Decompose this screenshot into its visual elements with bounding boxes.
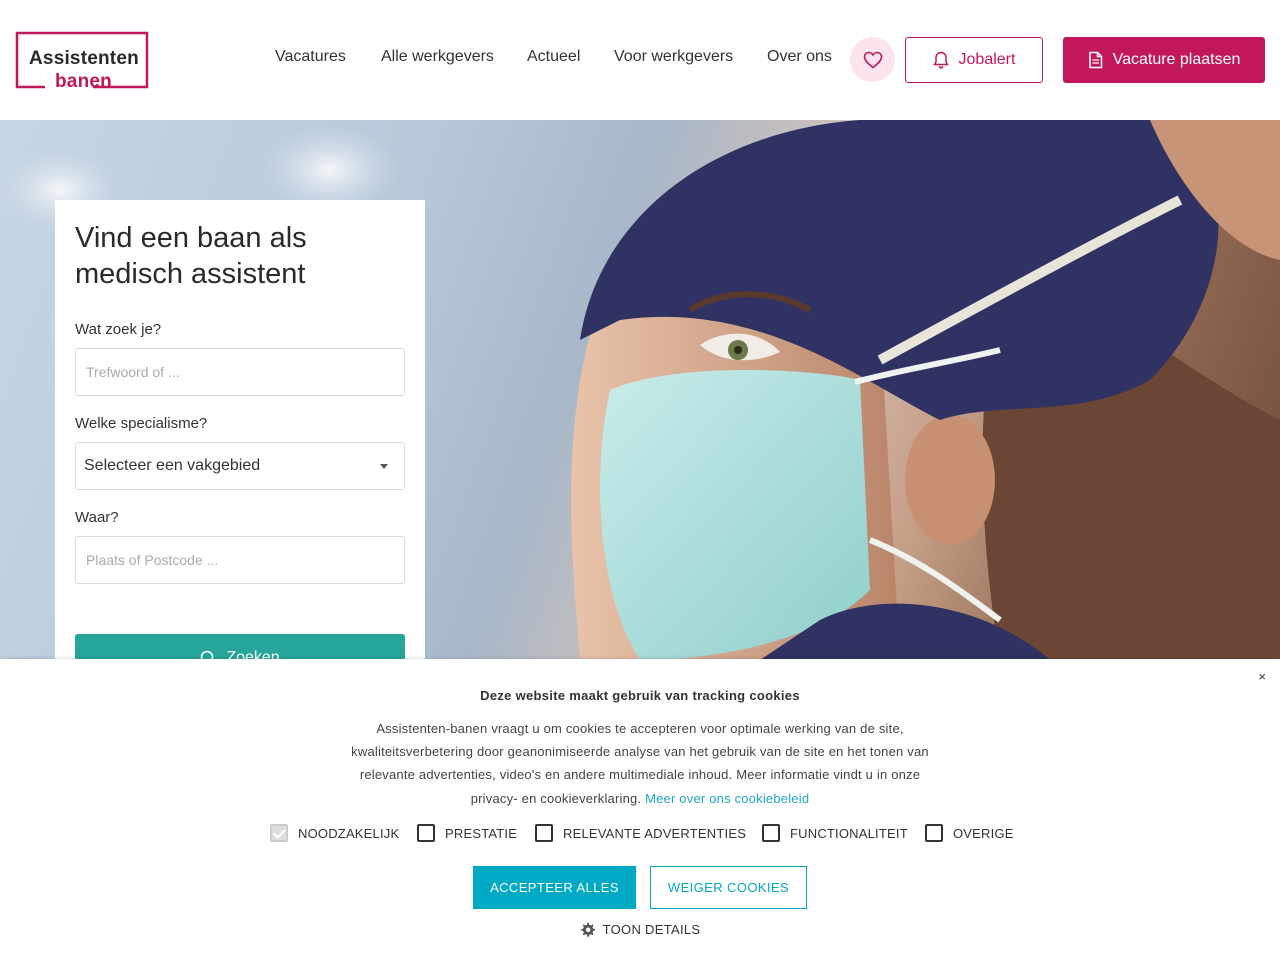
post-vacancy-label: Vacature plaatsen [1112, 51, 1241, 68]
checkbox-functionaliteit[interactable]: FUNCTIONALITEIT [762, 824, 908, 842]
post-vacancy-button[interactable]: Vacature plaatsen [1063, 37, 1265, 83]
checkbox-label: PRESTATIE [445, 825, 518, 841]
refuse-cookies-button[interactable]: WEIGER COOKIES [650, 866, 807, 909]
checkbox-label: FUNCTIONALITEIT [790, 825, 908, 841]
close-icon[interactable]: × [1258, 669, 1266, 684]
where-label: Waar? [75, 509, 119, 526]
heart-icon [863, 51, 882, 69]
checkbox-box [417, 824, 435, 842]
cookie-banner: × Deze website maakt gebruik van trackin… [0, 659, 1280, 960]
cookie-policy-link[interactable]: Meer over ons cookiebeleid [645, 791, 809, 806]
specialism-value: Selecteer een vakgebied [84, 457, 261, 474]
checkbox-label: NOODZAKELIJK [298, 825, 400, 841]
checkbox-box [925, 824, 943, 842]
site-header: Assistenten banen Vacatures Alle werkgev… [0, 0, 1280, 120]
show-details-button[interactable]: TOON DETAILS [0, 922, 1280, 937]
checkbox-noodzakelijk[interactable]: NOODZAKELIJK [270, 824, 399, 842]
specialism-select[interactable]: Selecteer een vakgebied [75, 442, 405, 490]
nav-item-over-ons[interactable]: Over ons [767, 48, 832, 66]
checkbox-prestatie[interactable]: PRESTATIE [417, 824, 517, 842]
nav-item-alle-werkgevers[interactable]: Alle werkgevers [381, 48, 494, 66]
gear-icon [580, 922, 595, 937]
cookie-categories: NOODZAKELIJK PRESTATIE RELEVANTE ADVERTE… [0, 824, 1280, 844]
nav-item-actueel[interactable]: Actueel [527, 48, 580, 66]
cookie-body: Assistenten-banen vraagt u om cookies te… [351, 721, 929, 806]
checkbox-label: OVERIGE [953, 825, 1014, 841]
accept-all-button[interactable]: ACCEPTEER ALLES [473, 866, 636, 909]
location-placeholder: Plaats of Postcode ... [86, 552, 219, 568]
favorites-button[interactable] [850, 37, 895, 82]
search-card: Vind een baan als medisch assistent Wat … [55, 200, 425, 682]
document-icon [1088, 51, 1102, 69]
bell-icon [932, 51, 949, 69]
logo-text-line2: banen [55, 71, 112, 92]
checkbox-box [270, 824, 288, 842]
keyword-placeholder: Trefwoord of ... [86, 364, 180, 380]
chevron-down-icon [380, 463, 388, 469]
checkbox-relevante-advertenties[interactable]: RELEVANTE ADVERTENTIES [535, 824, 746, 842]
search-title: Vind een baan als medisch assistent [75, 222, 307, 290]
location-input[interactable]: Plaats of Postcode ... [75, 536, 405, 584]
logo-text-line1: Assistenten [29, 48, 139, 69]
checkbox-box [762, 824, 780, 842]
show-details-label: TOON DETAILS [602, 922, 701, 937]
checkbox-label: RELEVANTE ADVERTENTIES [563, 825, 747, 841]
specialism-label: Welke specialisme? [75, 415, 208, 432]
site-logo[interactable]: Assistenten banen [15, 31, 149, 92]
nav-item-voor-werkgevers[interactable]: Voor werkgevers [614, 48, 733, 66]
jobalert-label: Jobalert [958, 51, 1016, 68]
what-label: Wat zoek je? [75, 321, 162, 338]
jobalert-button[interactable]: Jobalert [905, 37, 1043, 83]
nav-item-vacatures[interactable]: Vacatures [275, 48, 346, 66]
cookie-title: Deze website maakt gebruik van tracking … [480, 688, 800, 703]
checkbox-box [535, 824, 553, 842]
checkbox-overige[interactable]: OVERIGE [925, 824, 1014, 842]
cookie-text: Assistenten-banen vraagt u om cookies te… [335, 717, 945, 810]
keyword-input[interactable]: Trefwoord of ... [75, 348, 405, 396]
